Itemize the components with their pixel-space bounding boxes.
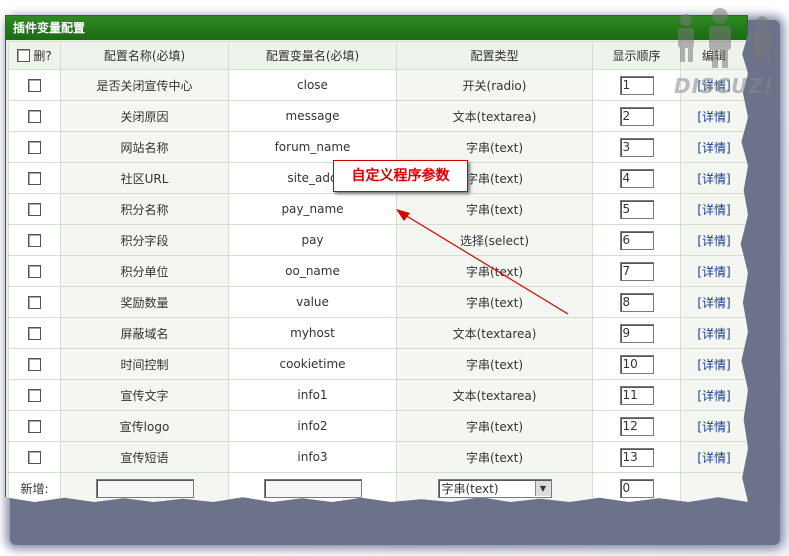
discuz-logo: DISCUZ! bbox=[668, 6, 786, 102]
stage: 插件变量配置 删? 配置名称(必填) 配置变量名(必填) 配置类型 显示顺序 编… bbox=[0, 0, 789, 556]
annotation-box: 自定义程序参数 bbox=[333, 160, 468, 192]
discuz-logo-text: DISCUZ! bbox=[674, 74, 774, 98]
arrow-line bbox=[399, 211, 569, 315]
arrow-head bbox=[396, 209, 410, 221]
people-icon bbox=[678, 8, 770, 68]
